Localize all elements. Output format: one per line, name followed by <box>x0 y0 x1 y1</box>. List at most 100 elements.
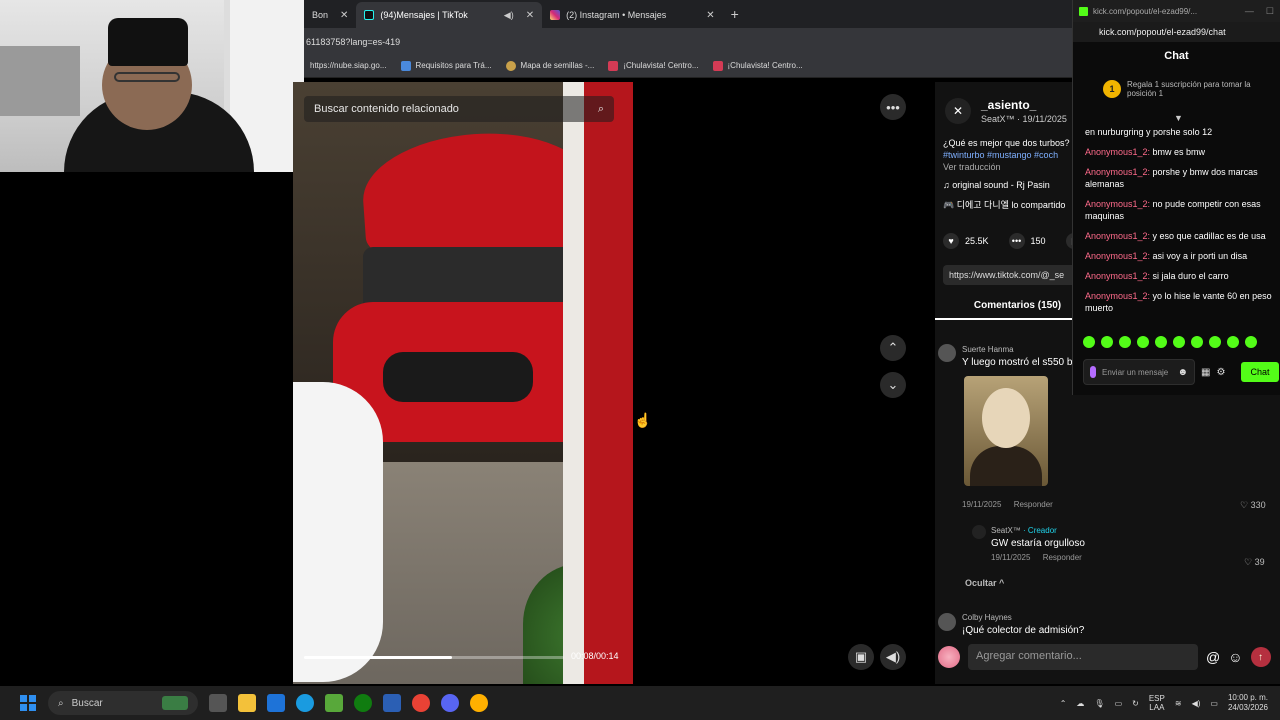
edge-icon[interactable] <box>296 694 314 712</box>
display-icon[interactable]: ▭ <box>1115 699 1123 708</box>
chrome-icon[interactable] <box>412 694 430 712</box>
search-icon[interactable]: ⌕ <box>598 103 604 116</box>
cloud-icon[interactable]: ☁ <box>1076 699 1084 708</box>
chat-username[interactable]: Anonymous1_2: <box>1085 231 1150 241</box>
avatar[interactable] <box>938 613 956 631</box>
post-author[interactable]: ✕ _asiento_ SeatX™ · 19/11/2025 <box>945 98 1067 124</box>
emoji-icon[interactable]: ☺ <box>1228 649 1242 665</box>
chat-username[interactable]: Anonymous1_2: <box>1085 147 1150 157</box>
volume-icon[interactable]: ◀) <box>880 644 906 670</box>
translate-link[interactable]: Ver traducción <box>943 162 1001 172</box>
send-button[interactable]: ↑ <box>1250 647 1271 667</box>
emote-icon[interactable] <box>1245 336 1257 348</box>
minimize-icon[interactable]: — <box>1245 6 1254 17</box>
emote-icon[interactable] <box>1191 336 1203 348</box>
bookmark-item[interactable]: ¡Chulavista! Centro... <box>608 60 699 71</box>
comment-author[interactable]: Colby Haynes <box>962 613 1084 622</box>
chat-username[interactable]: Anonymous1_2: <box>1085 271 1150 281</box>
kick-titlebar: kick.com/popout/el-ezad99/... — ☐ <box>1073 0 1280 22</box>
gift-sub-banner[interactable]: 1 Regala 1 suscripción para tomar la pos… <box>1103 80 1273 98</box>
comment-likes[interactable]: ♡ 39 <box>1244 557 1265 568</box>
avatar[interactable] <box>938 344 956 362</box>
comment-author[interactable]: Suerte Hanma <box>962 345 1072 354</box>
address-bar[interactable]: 61183758?lang=es-419 <box>304 28 1080 54</box>
discord-icon[interactable] <box>441 694 459 712</box>
bookmark-item[interactable]: Mapa de semillas -... <box>505 60 594 71</box>
more-options-icon[interactable]: ••• <box>880 94 906 120</box>
like-button[interactable]: ♥ 25.5K <box>943 233 989 249</box>
store-icon[interactable] <box>267 694 285 712</box>
start-button[interactable] <box>20 695 36 711</box>
sync-icon[interactable]: ↻ <box>1132 699 1139 708</box>
minecraft-icon[interactable] <box>325 694 343 712</box>
emote-icon[interactable] <box>1119 336 1131 348</box>
battery-icon[interactable]: ▭ <box>1210 699 1218 708</box>
language-indicator[interactable]: ESP LAA <box>1149 694 1165 712</box>
store-icon[interactable]: ▦ <box>1201 367 1210 378</box>
emote-icon[interactable] <box>1155 336 1167 348</box>
xbox-icon[interactable] <box>354 694 372 712</box>
comment-image[interactable] <box>964 376 1048 486</box>
post-hashtags[interactable]: #twinturbo #mustango #coch <box>943 150 1058 160</box>
wifi-icon[interactable]: ≋ <box>1175 699 1182 708</box>
chevron-down-icon[interactable]: ⌄ <box>880 372 906 398</box>
volume-icon[interactable]: ◀) <box>1192 699 1201 708</box>
author-name[interactable]: _asiento_ <box>981 98 1067 112</box>
avatar[interactable] <box>972 525 986 539</box>
reply-button[interactable]: Responder <box>1043 553 1082 562</box>
chat-username[interactable]: Anonymous1_2: <box>1085 199 1150 209</box>
word-icon[interactable] <box>383 694 401 712</box>
emote-icon[interactable] <box>1101 336 1113 348</box>
speaker-icon[interactable]: ◀) <box>504 10 514 21</box>
obs-icon[interactable] <box>470 694 488 712</box>
new-tab-button[interactable]: + <box>723 6 747 22</box>
chat-username[interactable]: Anonymous1_2: <box>1085 291 1150 301</box>
comment-date: 19/11/2025 <box>991 553 1031 562</box>
video-progress-bar[interactable] <box>304 656 564 659</box>
taskbar-search[interactable]: ⌕ Buscar <box>48 691 198 715</box>
bookmark-item[interactable]: ¡Chulavista! Centro... <box>712 60 803 71</box>
chat-username[interactable]: Anonymous1_2: <box>1085 167 1150 177</box>
emote-icon[interactable] <box>1173 336 1185 348</box>
arrow-up-icon: ↑ <box>1258 651 1264 663</box>
gear-icon[interactable]: ⚙ <box>1216 367 1225 378</box>
close-icon[interactable]: ✕ <box>706 10 714 21</box>
mic-icon[interactable] <box>1090 366 1096 378</box>
bookmark-item[interactable]: Requisitos para Trá... <box>400 60 492 71</box>
mention-icon[interactable]: @ <box>1206 649 1220 665</box>
post-sound[interactable]: ♫ original sound - Rj Pasin <box>943 180 1050 190</box>
pinned-indicator-icon[interactable]: ▼ <box>1174 113 1183 123</box>
comment-likes[interactable]: ♡ 330 <box>1240 500 1266 511</box>
avatar[interactable] <box>938 646 960 668</box>
chat-username[interactable]: Anonymous1_2: <box>1085 251 1150 261</box>
hide-replies-button[interactable]: Ocultar ^ <box>965 578 1004 588</box>
close-icon[interactable]: ✕ <box>340 10 348 21</box>
emote-icon[interactable] <box>1083 336 1095 348</box>
emote-icon[interactable] <box>1227 336 1239 348</box>
chevron-up-icon[interactable]: ⌃ <box>880 335 906 361</box>
kick-message-input[interactable]: Enviar un mensaje ☻ <box>1083 359 1195 385</box>
comment-author[interactable]: SeatX™ <box>991 526 1021 535</box>
mic-icon[interactable]: 🎙 <box>1094 699 1104 708</box>
task-view-icon[interactable] <box>209 694 227 712</box>
reply-button[interactable]: Responder <box>1014 500 1053 509</box>
file-explorer-icon[interactable] <box>238 694 256 712</box>
video-player[interactable] <box>293 82 633 684</box>
kick-chat-button[interactable]: Chat <box>1241 362 1279 382</box>
emote-icon[interactable] <box>1137 336 1149 348</box>
tab-tiktok[interactable]: (94)Mensajes | TikTok ◀) ✕ <box>356 2 543 28</box>
comments-button[interactable]: ••• 150 <box>1008 233 1046 249</box>
author-avatar[interactable]: ✕ <box>945 98 971 124</box>
clock[interactable]: 10:00 p. m. 24/03/2026 <box>1228 693 1268 713</box>
chevron-up-icon[interactable]: ⌃ <box>1060 699 1067 708</box>
close-icon[interactable]: ✕ <box>526 10 534 21</box>
bookmark-item[interactable]: https://nube.siap.go... <box>310 61 387 70</box>
maximize-icon[interactable]: ☐ <box>1266 6 1274 17</box>
emote-icon[interactable] <box>1209 336 1221 348</box>
emoji-icon[interactable]: ☻ <box>1177 367 1188 377</box>
tab-bon[interactable]: Bon ✕ <box>304 2 356 28</box>
tab-instagram[interactable]: (2) Instagram • Mensajes ✕ <box>542 2 723 28</box>
pip-icon[interactable]: ▣ <box>848 644 874 670</box>
comment-input[interactable]: Agregar comentario... <box>968 644 1198 670</box>
related-search-input[interactable]: Buscar contenido relacionado ⌕ <box>304 96 614 122</box>
